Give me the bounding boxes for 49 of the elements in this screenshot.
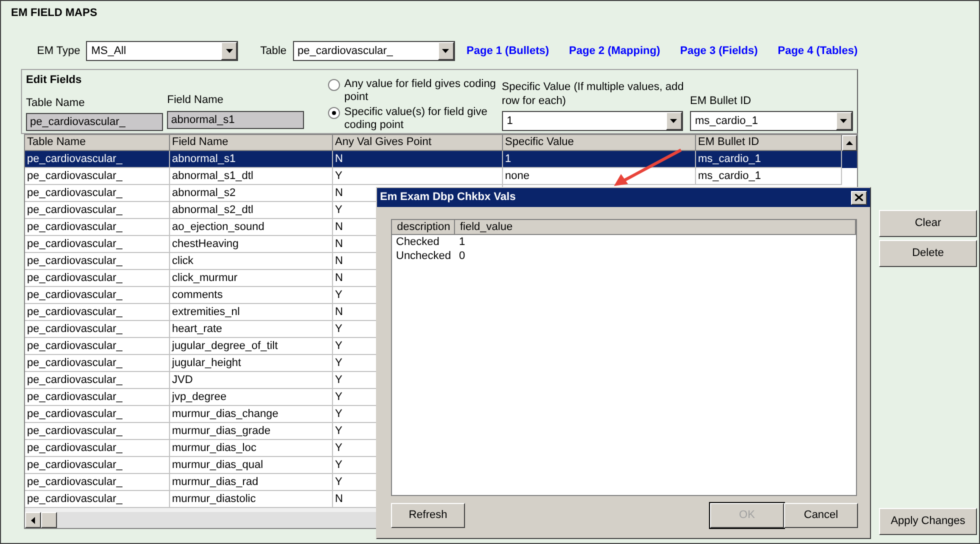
column-header[interactable]: description — [392, 220, 455, 235]
radio-label: Specific value(s) for field give coding point — [344, 106, 488, 132]
left-arrow-icon — [31, 516, 35, 524]
button[interactable]: Clear — [879, 210, 977, 237]
caret-icon — [840, 119, 848, 123]
column-header[interactable]: field_value — [455, 220, 856, 235]
scroll-left-button[interactable] — [25, 512, 41, 528]
page-link[interactable]: Page 4 (Tables) — [778, 42, 858, 60]
dropdown-button[interactable] — [666, 112, 682, 130]
field-label: EM Bullet ID — [690, 94, 752, 108]
button[interactable]: Cancel — [784, 502, 858, 528]
input-field[interactable]: abnormal_s1 — [167, 110, 304, 128]
page-link[interactable]: Page 3 (Fields) — [680, 42, 758, 60]
input-field[interactable]: pe_cardiovascular_ — [26, 113, 164, 131]
radio-button[interactable] — [328, 79, 340, 91]
button[interactable]: Refresh — [391, 502, 465, 528]
column-header[interactable]: Table Name — [25, 135, 170, 151]
column-header[interactable]: EM Bullet ID — [696, 135, 842, 151]
filter-label: EM Type — [37, 44, 80, 59]
panel-title: Edit Fields — [26, 73, 83, 88]
column-header[interactable]: Any Val Gives Point — [333, 135, 503, 151]
button[interactable]: Delete — [879, 240, 977, 267]
table-cell: pe_cardiovascular_ — [25, 491, 170, 508]
radio-button[interactable] — [328, 107, 340, 119]
scroll-thumb[interactable] — [41, 512, 57, 528]
page-link[interactable]: Page 2 (Mapping) — [569, 42, 660, 60]
list-cell-text: 1 — [458, 235, 466, 249]
close-button[interactable] — [851, 190, 867, 204]
field-label: Field Name — [167, 93, 224, 108]
page-link[interactable]: Page 1 (Bullets) — [466, 42, 550, 60]
filter-label: Table — [260, 44, 287, 59]
list-cell-text: Checked — [395, 235, 440, 249]
close-icon — [855, 194, 863, 201]
dropdown-button[interactable] — [221, 42, 238, 60]
dropdown-button[interactable] — [438, 42, 454, 60]
table-cell: murmur_diastolic — [170, 491, 333, 508]
field-label: Table Name — [26, 96, 86, 110]
dropdown-button[interactable] — [836, 112, 852, 130]
column-header[interactable]: Specific Value — [503, 135, 696, 151]
caret-icon — [670, 119, 678, 123]
column-header[interactable]: Field Name — [170, 135, 333, 151]
up-arrow-icon — [846, 141, 853, 145]
button[interactable]: Apply Changes — [879, 508, 977, 535]
caret-icon — [226, 49, 233, 53]
caret-icon — [442, 49, 450, 53]
page-title: EM FIELD MAPS — [11, 6, 98, 21]
radio-label: Any value for field gives coding point — [344, 78, 497, 104]
scroll-up-button[interactable] — [842, 135, 857, 151]
field-label: Specific Value (If multiple values, add row for each) — [502, 80, 684, 108]
